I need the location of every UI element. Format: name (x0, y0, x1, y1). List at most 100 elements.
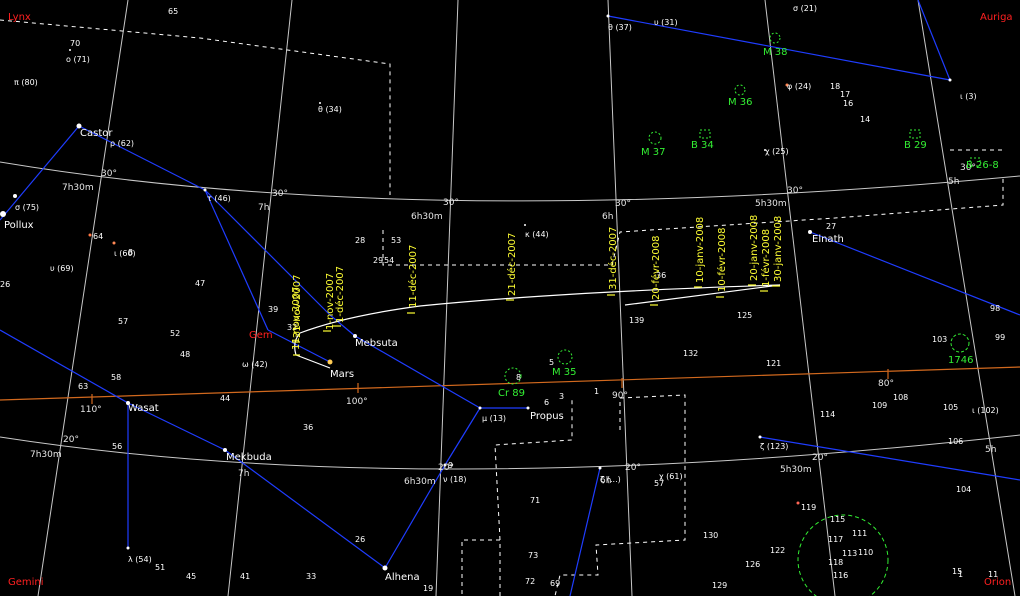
ecliptic-label: 100° (346, 397, 368, 407)
dso-b29: B 29 (904, 140, 927, 151)
star-number: 36 (303, 423, 313, 432)
star-number: 121 (766, 359, 781, 368)
star-number: 14 (860, 115, 870, 124)
star-label: ρ (62) (110, 139, 134, 148)
star-label: μ (13) (482, 414, 506, 423)
star-label: υ (31) (654, 18, 678, 27)
star-number: 29 (373, 256, 383, 265)
date-label: 20-janv-2008 (749, 215, 760, 281)
ecliptic-label: 90° (612, 391, 628, 401)
star-label: φ (24) (787, 82, 811, 91)
star-label: θ (34) (318, 105, 342, 114)
star-number: 110 (858, 548, 873, 557)
dec-label: 30° (443, 198, 459, 208)
star-number: 27 (826, 222, 836, 231)
dec-label: 30° (787, 186, 803, 196)
star-number: 72 (525, 577, 535, 586)
star-number: 132 (683, 349, 698, 358)
star-label: ι (3) (960, 92, 977, 101)
star-number: 45 (186, 572, 196, 581)
ra-label: 7h (258, 203, 269, 213)
star-number: 6 (544, 398, 549, 407)
star-pollux: Pollux (4, 220, 34, 231)
star-number: 118 (828, 558, 843, 567)
star-label: π (80) (14, 78, 38, 87)
star-propus: Propus (530, 411, 564, 422)
star-number: 57 (654, 479, 664, 488)
dec-label: 30° (101, 169, 117, 179)
ra-label: 5h30m (780, 465, 812, 475)
dec-label: 20° (625, 463, 641, 473)
star-number: 73 (528, 551, 538, 560)
star-number: 41 (240, 572, 250, 581)
ra-label: 7h30m (30, 450, 62, 460)
ra-label: 7h (238, 469, 249, 479)
star-label: υ (69) (50, 264, 74, 273)
date-label: 20-févr-2008 (650, 236, 662, 300)
star-number: 113 (842, 549, 857, 558)
star-number: 98 (990, 304, 1000, 313)
star-number: 3 (559, 392, 564, 401)
star-number: 114 (820, 410, 835, 419)
dec-label: 20° (812, 453, 828, 463)
star-label: χ (25) (765, 147, 789, 156)
date-label: 21-nov-2007 (292, 275, 303, 339)
star-number: 47 (195, 279, 205, 288)
dso-b26-8: B 26-8 (966, 160, 999, 171)
star-number: 106 (948, 437, 963, 446)
star-number: 19 (423, 584, 433, 593)
star-number: 58 (111, 373, 121, 382)
ecliptic-label: 80° (878, 379, 894, 389)
star-number: 28 (355, 236, 365, 245)
star-number: 108 (893, 393, 908, 402)
star-number: 63 (78, 382, 88, 391)
ra-label: 6h (602, 212, 613, 222)
dec-label: 20° (63, 435, 79, 445)
star-number: 52 (170, 329, 180, 338)
dec-label: 30° (272, 189, 288, 199)
star-number: 99 (995, 333, 1005, 342)
star-label: λ (54) (128, 555, 152, 564)
star-number: 57 (118, 317, 128, 326)
star-label: κ (44) (525, 230, 549, 239)
star-number: 129 (712, 581, 727, 590)
dso-1746: 1746 (948, 355, 973, 366)
star-number: 64 (93, 232, 103, 241)
star-number: 16 (843, 99, 853, 108)
star-number: 54 (384, 256, 394, 265)
star-number: 65 (168, 7, 178, 16)
star-number: 1 (594, 387, 599, 396)
dso-m35: M 35 (552, 367, 577, 378)
dso-m36: M 36 (728, 97, 753, 108)
date-label: 1-févr-2008 (760, 229, 772, 287)
star-chart: Lynx Auriga Gem Gemini Orion 30° 30° 30°… (0, 0, 1020, 596)
star-number: 17 (840, 90, 850, 99)
star-label: θ (37) (608, 23, 632, 32)
star-label: ω (42) (242, 360, 268, 369)
date-label: 31-déc-2007 (607, 227, 619, 290)
star-number: 103 (932, 335, 947, 344)
star-castor: Castor (80, 128, 113, 139)
star-label: σ (21) (793, 4, 817, 13)
star-number: 9 (448, 461, 453, 470)
star-number: 11 (988, 570, 998, 579)
star-number: 117 (828, 535, 843, 544)
star-label: σ (75) (15, 203, 39, 212)
star-number: 115 (830, 515, 845, 524)
date-label: 11-déc-2007 (407, 245, 419, 308)
star-number: 33 (306, 572, 316, 581)
star-number: 18 (830, 82, 840, 91)
dso-cr89: Cr 89 (498, 388, 525, 399)
star-mebsuta: Mebsuta (355, 338, 398, 349)
star-number: 109 (872, 401, 887, 410)
star-number: 56 (112, 442, 122, 451)
star-alhena: Alhena (385, 572, 420, 583)
ra-label: 5h (948, 177, 959, 187)
ra-label: 6h30m (411, 212, 443, 222)
date-label: 10-janv-2008 (695, 217, 706, 283)
star-number: 122 (770, 546, 785, 555)
date-label: 21-déc-2007 (506, 233, 518, 296)
star-number: 1 (958, 570, 963, 579)
dso-m37: M 37 (641, 147, 666, 158)
star-elnath: Elnath (812, 234, 844, 245)
